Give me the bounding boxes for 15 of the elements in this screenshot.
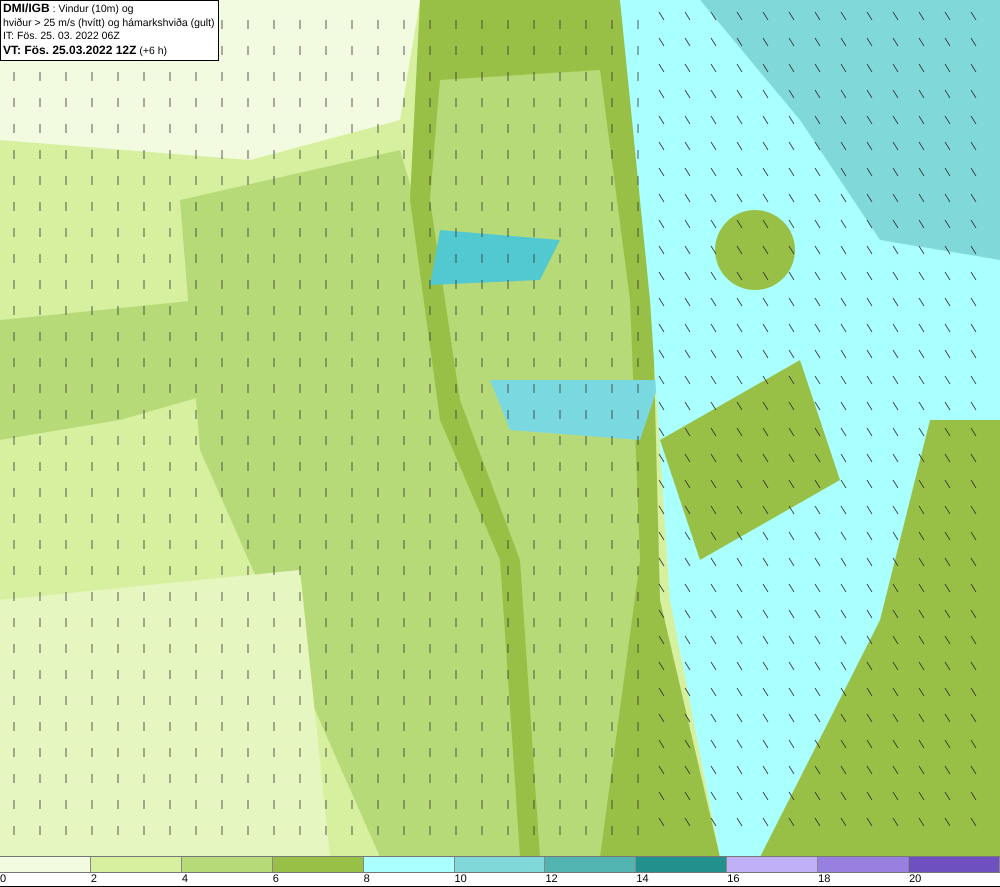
legend-label: 6 (272, 873, 279, 885)
legend-label: 8 (364, 873, 370, 885)
title-line: VT: Fös. 25.03.2022 12Z (+6 h) (3, 44, 168, 58)
legend-label: 20 (909, 873, 922, 885)
legend-label: 4 (182, 873, 188, 885)
title-line: hviður > 25 m/s (hvítt) og hámarkshviða (gult) (3, 16, 215, 30)
legend-label: 2 (90, 873, 98, 885)
legend-label: 14 (636, 873, 649, 885)
title-line: IT: Fös. 25. 03. 2022 06Z (3, 30, 121, 44)
title-line: DMI/IGB : Vindur (10m) og (3, 2, 135, 16)
legend-label: 0 (0, 873, 6, 885)
legend-label: 16 (727, 873, 740, 885)
legend-label: 12 (545, 873, 558, 885)
legend-label: 18 (818, 873, 830, 885)
legend-label: 10 (454, 873, 467, 885)
